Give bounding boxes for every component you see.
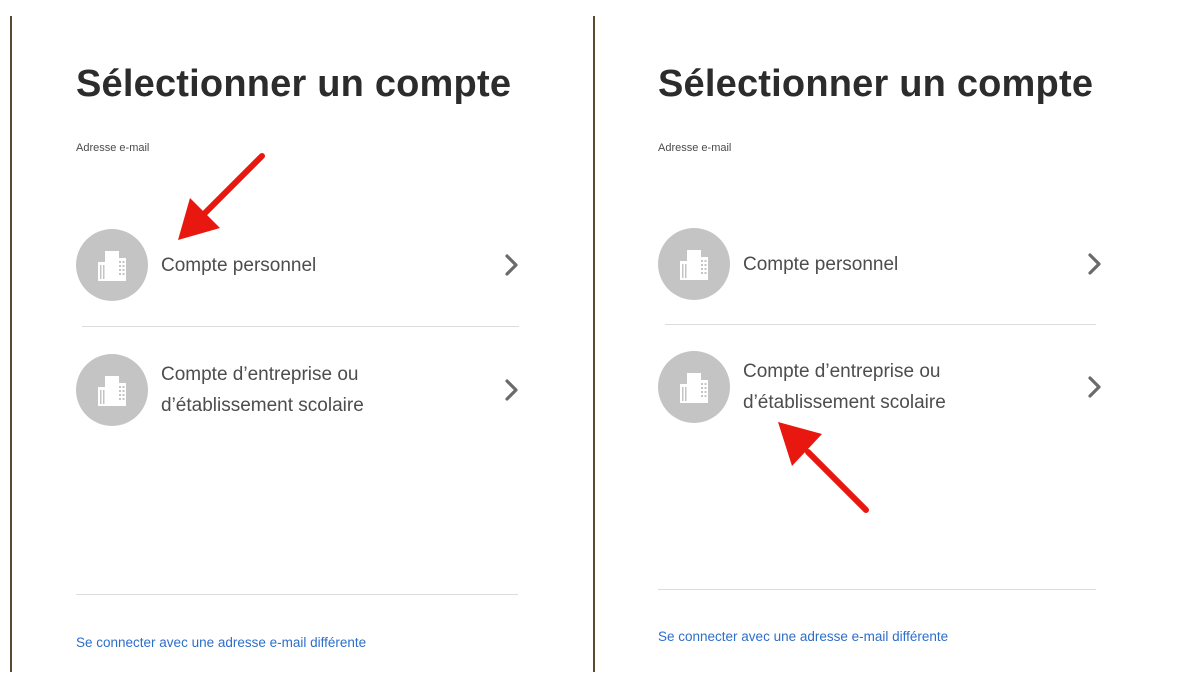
personal-account-option[interactable]: Compte personnel bbox=[76, 229, 521, 301]
option-divider bbox=[665, 324, 1096, 325]
business-account-option[interactable]: Compte d’entreprise ou d’établissement s… bbox=[76, 354, 521, 426]
building-icon bbox=[76, 354, 148, 426]
account-label-line1: Compte d’entreprise ou bbox=[743, 361, 941, 382]
account-label-line1: Compte personnel bbox=[743, 253, 899, 275]
chevron-right-icon bbox=[1088, 253, 1101, 275]
chevron-right-icon bbox=[505, 254, 518, 276]
page-title: Sélectionner un compte bbox=[76, 63, 512, 105]
different-email-link[interactable]: Se connecter avec une adresse e-mail dif… bbox=[76, 635, 366, 650]
account-picker-panel-right: Sélectionner un compte Adresse e-mail Co… bbox=[658, 0, 1101, 700]
business-account-option[interactable]: Compte d’entreprise ou d’établissement s… bbox=[658, 351, 1101, 423]
footer-divider bbox=[658, 589, 1096, 590]
personal-account-label: Compte personnel bbox=[161, 250, 521, 281]
business-account-label: Compte d’entreprise ou d’établissement s… bbox=[743, 356, 1098, 418]
business-account-label: Compte d’entreprise ou d’établissement s… bbox=[161, 359, 521, 421]
personal-account-option[interactable]: Compte personnel bbox=[658, 228, 1101, 300]
account-label-line2: d’établissement scolaire bbox=[743, 392, 946, 413]
different-email-link[interactable]: Se connecter avec une adresse e-mail dif… bbox=[658, 629, 948, 644]
footer-divider bbox=[76, 594, 518, 595]
personal-account-label: Compte personnel bbox=[743, 249, 1098, 280]
account-picker-panel-left: Sélectionner un compte Adresse e-mail Co… bbox=[76, 0, 521, 700]
email-label: Adresse e-mail bbox=[76, 142, 150, 154]
option-divider bbox=[82, 326, 519, 327]
middle-separator-line bbox=[593, 16, 595, 672]
email-label: Adresse e-mail bbox=[658, 142, 732, 154]
building-icon bbox=[658, 228, 730, 300]
building-icon bbox=[76, 229, 148, 301]
building-icon bbox=[658, 351, 730, 423]
account-label-line2: d’établissement scolaire bbox=[161, 395, 364, 416]
account-label-line1: Compte personnel bbox=[161, 254, 317, 276]
chevron-right-icon bbox=[505, 379, 518, 401]
page-title: Sélectionner un compte bbox=[658, 63, 1094, 105]
chevron-right-icon bbox=[1088, 376, 1101, 398]
left-border-line bbox=[10, 16, 12, 672]
account-label-line1: Compte d’entreprise ou bbox=[161, 364, 359, 385]
screenshot-canvas: Sélectionner un compte Adresse e-mail Co… bbox=[0, 0, 1189, 700]
